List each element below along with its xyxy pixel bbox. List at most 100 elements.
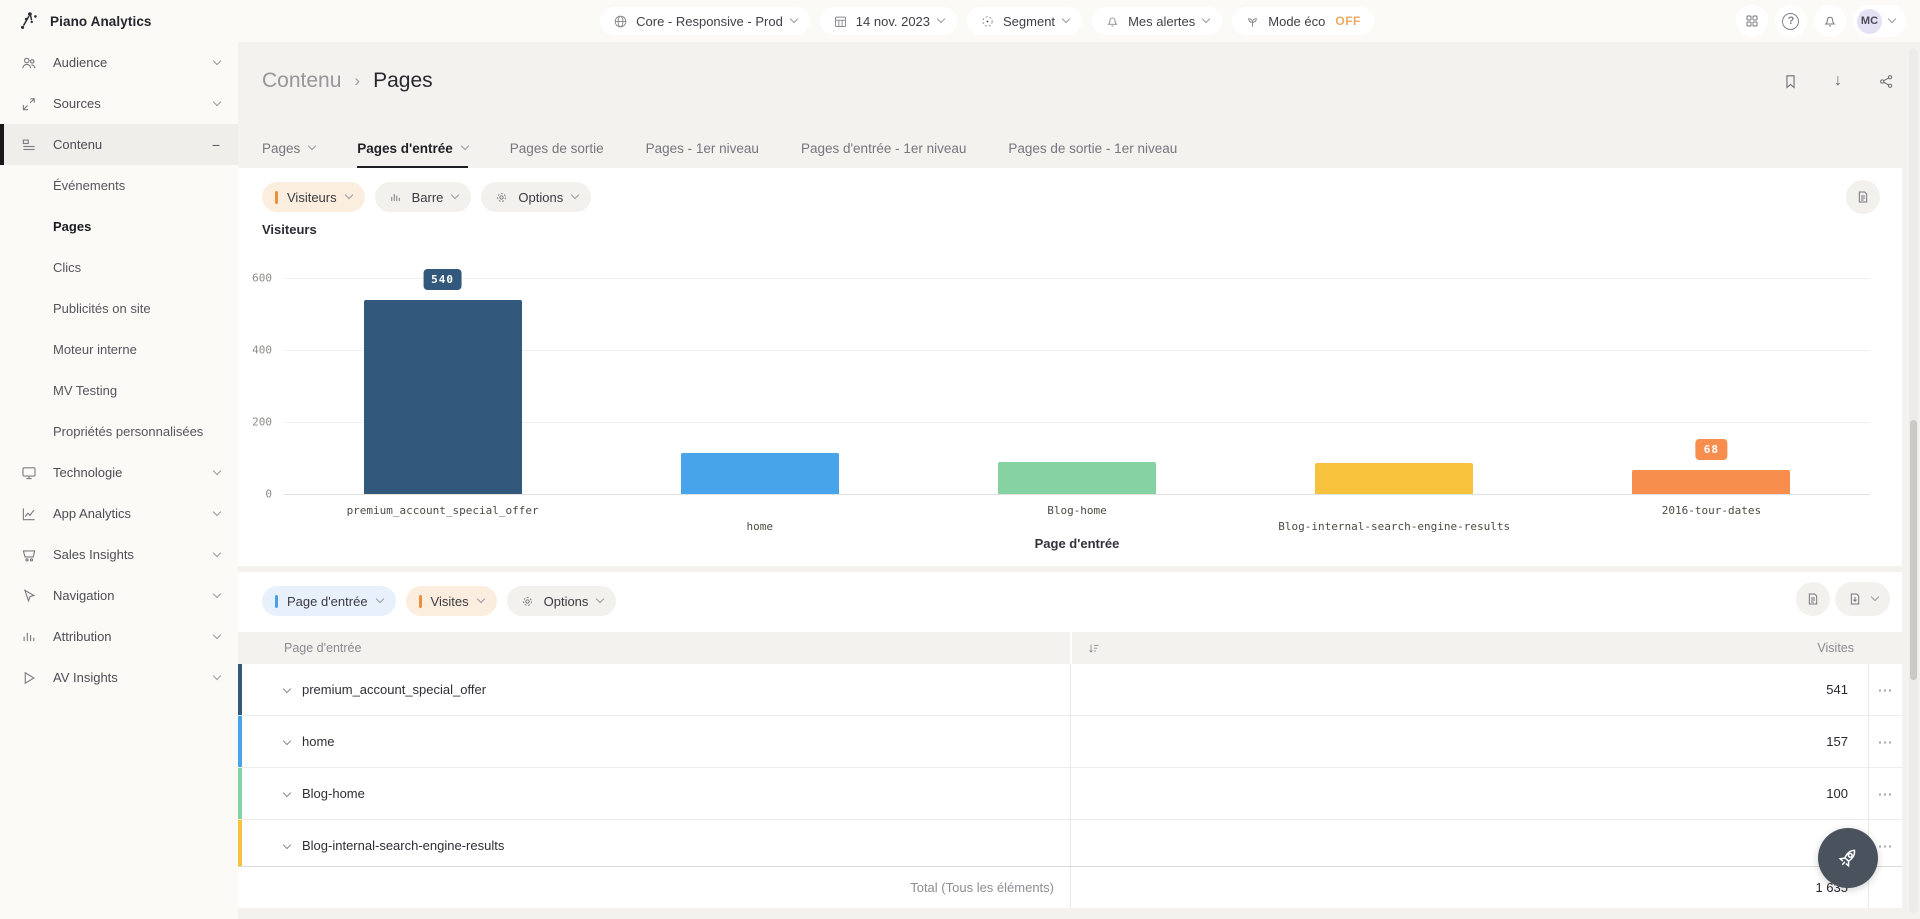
row-expand-chevron-icon[interactable]	[283, 788, 291, 796]
calendar-icon	[833, 14, 848, 29]
sidebar-item-label: Attribution	[53, 629, 199, 644]
sidebar-item-technologie[interactable]: Technologie	[0, 452, 238, 493]
bar-premium-account-special-offer[interactable]	[364, 300, 522, 494]
row-menu-button[interactable]: ⋯	[1878, 733, 1894, 751]
table-options-button[interactable]: Options	[507, 586, 617, 616]
sidebar-item-sources[interactable]: Sources	[0, 83, 238, 124]
row-value: 541	[1070, 664, 1868, 715]
table-dimension-label: Page d'entrée	[287, 594, 368, 609]
notifications-button[interactable]	[1814, 5, 1846, 37]
document-icon	[1855, 189, 1871, 205]
row-menu-button[interactable]: ⋯	[1878, 837, 1894, 855]
tab-pages-d-entree[interactable]: Pages d'entrée	[357, 128, 468, 168]
bar-chart: 6004002000540premium_account_special_off…	[284, 278, 1870, 494]
sidebar: Audience SourcesContenu− Événements Pages Cl…	[0, 42, 238, 919]
help-button[interactable]: ?	[1775, 5, 1807, 37]
sidebar-item-sales-insights[interactable]: Sales Insights	[0, 534, 238, 575]
breadcrumb: Contenu › Pages ↓	[262, 66, 1896, 96]
sidebar-item-moteur-interne[interactable]: Moteur interne	[0, 329, 238, 370]
grid-icon	[1744, 13, 1760, 29]
breadcrumb-separator: ›	[354, 71, 360, 91]
sidebar-item-mv-testing[interactable]: MV Testing	[0, 370, 238, 411]
sidebar-item-navigation[interactable]: Navigation	[0, 575, 238, 616]
tab-pages-de-sortie[interactable]: Pages de sortie	[510, 128, 604, 168]
row-label: Blog-home	[302, 786, 365, 801]
sort-descending-icon[interactable]	[1086, 641, 1101, 656]
alerts-selector[interactable]: Mes alertes	[1092, 7, 1222, 35]
bar-blog-internal-search-engine-results[interactable]	[1315, 463, 1473, 494]
site-selector[interactable]: Core - Responsive - Prod	[600, 7, 810, 35]
eco-mode-toggle[interactable]: Mode éco OFF	[1232, 7, 1374, 35]
sidebar-item-pages[interactable]: Pages	[0, 206, 238, 247]
sidebar-item-label: Audience	[53, 55, 199, 70]
column-header-metric[interactable]: Visites	[1070, 632, 1868, 664]
page-scrollbar[interactable]	[1909, 48, 1918, 913]
table-row[interactable]: Blog-internal-search-engine-results96⋯	[238, 820, 1902, 872]
sidebar-item-attribution[interactable]: Attribution	[0, 616, 238, 657]
bar-slot: 682016-tour-dates	[1553, 278, 1870, 494]
chevron-down-icon	[937, 15, 945, 23]
chart-y-axis-title: Visiteurs	[262, 222, 317, 237]
table-row[interactable]: Blog-home100⋯	[238, 768, 1902, 820]
sidebar-item-clics[interactable]: Clics	[0, 247, 238, 288]
tab-pages[interactable]: Pages	[262, 128, 315, 168]
row-value: 96	[1070, 820, 1868, 871]
table-total-row: Total (Tous les éléments) 1 635	[238, 866, 1902, 908]
date-picker[interactable]: 14 nov. 2023	[820, 7, 957, 35]
plant-icon	[1245, 14, 1260, 29]
table-dimension-selector[interactable]: Page d'entrée	[262, 586, 396, 616]
y-axis-tick-label: 400	[252, 344, 272, 357]
scrollbar-thumb[interactable]	[1910, 420, 1917, 680]
sidebar-item-app-analytics[interactable]: App Analytics	[0, 493, 238, 534]
brand[interactable]: Piano Analytics	[0, 10, 238, 32]
sidebar-item-evenements[interactable]: Événements	[0, 165, 238, 206]
sidebar-item-publicites-on-site[interactable]: Publicités on site	[0, 288, 238, 329]
chart-controls: Visiteurs Barre Options	[262, 182, 591, 212]
chart-type-selector[interactable]: Barre	[375, 182, 472, 212]
bar-chart-icon	[388, 190, 403, 205]
row-expand-chevron-icon[interactable]	[283, 684, 291, 692]
tab-pages-d-entree-1er-niveau[interactable]: Pages d'entrée - 1er niveau	[801, 128, 966, 168]
bar-slot: Blog-internal-search-engine-results	[1236, 278, 1553, 494]
segment-label: Segment	[1003, 14, 1055, 29]
chart-metric-selector[interactable]: Visiteurs	[262, 182, 365, 212]
table-row[interactable]: premium_account_special_offer541⋯	[238, 664, 1902, 716]
piano-analytics-logo	[18, 10, 40, 32]
tab-pages-de-sortie-1er-niveau[interactable]: Pages de sortie - 1er niveau	[1008, 128, 1177, 168]
share-button[interactable]	[1876, 71, 1896, 91]
row-expand-chevron-icon[interactable]	[283, 736, 291, 744]
metric-color-bar-icon	[419, 595, 422, 608]
sidebar-item-label: Clics	[53, 260, 220, 275]
download-button[interactable]: ↓	[1828, 71, 1848, 91]
row-expand-chevron-icon[interactable]	[283, 840, 291, 848]
sidebar-item-av-insights[interactable]: AV Insights	[0, 657, 238, 698]
table-metric-selector[interactable]: Visites	[406, 586, 497, 616]
chevron-down-icon	[375, 595, 383, 603]
tab-pages-1er-niveau[interactable]: Pages - 1er niveau	[646, 128, 759, 168]
table-export-button[interactable]	[1835, 582, 1890, 616]
breadcrumb-parent[interactable]: Contenu	[262, 69, 341, 93]
chart-notes-button[interactable]	[1846, 180, 1880, 214]
bookmark-button[interactable]	[1780, 71, 1800, 91]
segment-selector[interactable]: Segment	[967, 7, 1082, 35]
bar-blog-home[interactable]	[998, 462, 1156, 494]
bar-2016-tour-dates[interactable]	[1632, 470, 1790, 494]
row-menu-button[interactable]: ⋯	[1878, 785, 1894, 803]
bar-home[interactable]	[681, 453, 839, 494]
chevron-down-icon	[1871, 593, 1879, 601]
table-row[interactable]: home157⋯	[238, 716, 1902, 768]
table-notes-button[interactable]	[1796, 582, 1830, 616]
chart-options-button[interactable]: Options	[481, 182, 591, 212]
chevron-down-icon	[213, 548, 221, 556]
sidebar-item-contenu[interactable]: Contenu−	[0, 124, 238, 165]
sidebar-item-proprietes-personnalisees[interactable]: Propriétés personnalisées	[0, 411, 238, 452]
apps-button[interactable]	[1736, 5, 1768, 37]
column-header-dimension[interactable]: Page d'entrée	[238, 641, 1070, 655]
user-menu[interactable]: MC	[1853, 5, 1906, 37]
sidebar-item-label: Événements	[53, 178, 220, 193]
sidebar-item-audience[interactable]: Audience	[0, 42, 238, 83]
tab-label: Pages de sortie	[510, 141, 604, 156]
assistant-rocket-button[interactable]	[1818, 828, 1878, 888]
chart-metric-label: Visiteurs	[287, 190, 337, 205]
row-menu-button[interactable]: ⋯	[1878, 681, 1894, 699]
